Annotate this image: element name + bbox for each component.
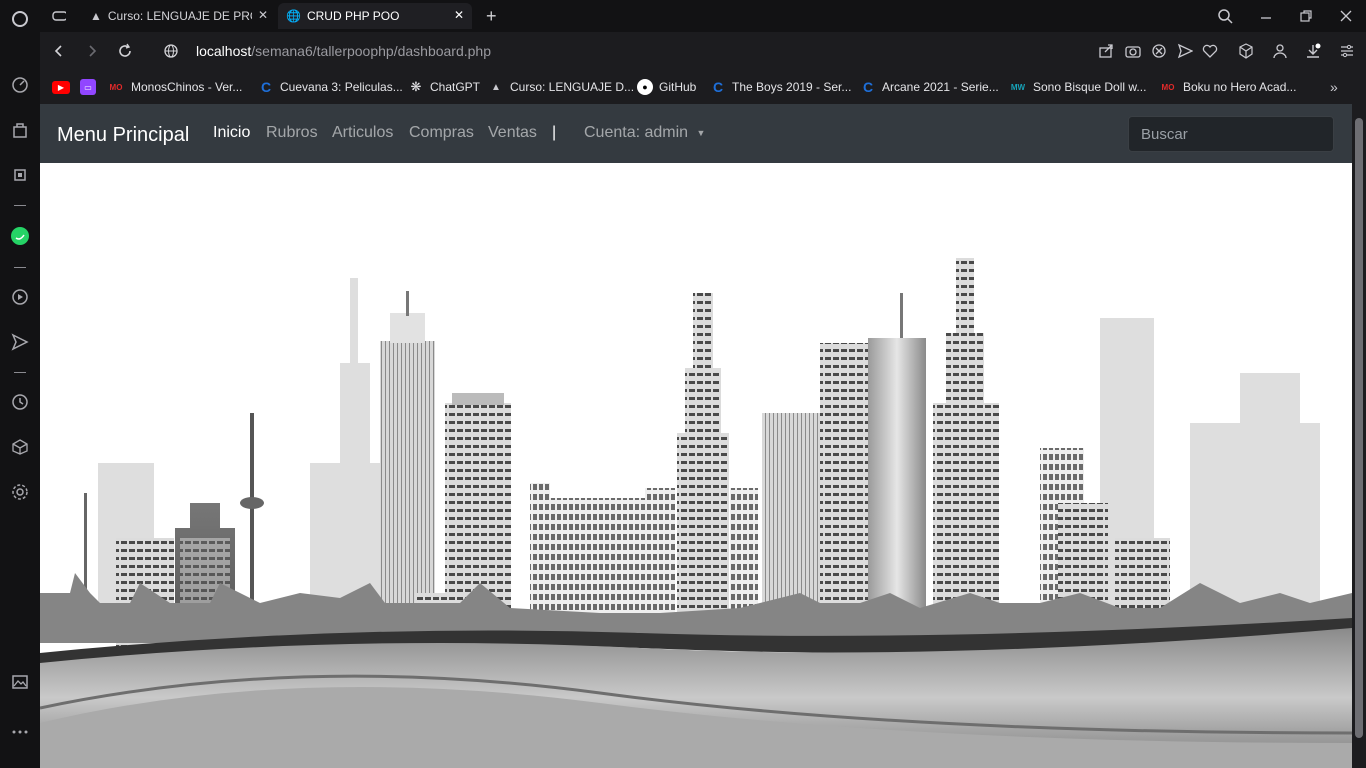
bookmark-youtube[interactable]: ▶	[52, 77, 70, 97]
cube-icon[interactable]	[9, 436, 31, 458]
account-label: Cuenta: admin	[584, 124, 689, 141]
bookmark-label: Curso: LENGUAJE D...	[510, 80, 635, 94]
adblock-icon[interactable]	[1150, 42, 1168, 60]
youtube-icon: ▶	[52, 80, 70, 94]
bookmark-label: ChatGPT	[430, 80, 481, 94]
minimize-icon[interactable]	[1256, 6, 1276, 26]
close-window-icon[interactable]	[1336, 6, 1356, 26]
web-page: Menu Principal Inicio Rubros Articulos C…	[40, 104, 1352, 768]
city-skyline-illustration	[40, 163, 1352, 768]
tab-curso[interactable]: ▲ Curso: LENGUAJE DE PROG ✕	[82, 3, 276, 29]
reload-icon[interactable]	[115, 41, 135, 61]
url-path: /semana6/tallerpoophp/dashboard.php	[251, 43, 492, 59]
nav-articulos[interactable]: Articulos	[332, 124, 393, 142]
bookmark-label: Sono Bisque Doll w...	[1033, 80, 1147, 94]
send-icon[interactable]	[1176, 42, 1194, 60]
twitch-icon: ▭	[80, 79, 96, 95]
player-icon[interactable]	[9, 286, 31, 308]
bookmark-monoschinos[interactable]: MO MonosChinos - Ver...	[107, 77, 243, 97]
bookmark-arcane[interactable]: C Arcane 2021 - Serie...	[860, 77, 999, 97]
opera-logo-icon[interactable]	[9, 8, 31, 30]
more-bookmarks-icon[interactable]: »	[1330, 77, 1338, 97]
forward-icon[interactable]	[82, 41, 102, 61]
bookmark-bokunohero[interactable]: MO Boku no Hero Acad...	[1159, 77, 1297, 97]
nav-separator: |	[552, 124, 557, 141]
tab-title: CRUD PHP POO	[306, 9, 400, 23]
url-host: localhost	[196, 43, 252, 59]
new-tab-button[interactable]: +	[478, 3, 502, 29]
account-dropdown[interactable]: Cuenta: admin ▼	[584, 124, 705, 142]
search-input[interactable]	[1128, 116, 1334, 152]
mw-icon: MW	[1010, 82, 1026, 92]
rail-divider	[14, 372, 26, 373]
download-icon[interactable]	[1304, 42, 1322, 60]
mo-icon: MO	[109, 82, 123, 92]
hat-icon: ▲	[90, 9, 102, 23]
address-bar: localhost/semana6/tallerpoophp/dashboard…	[40, 32, 1366, 70]
back-icon[interactable]	[49, 41, 69, 61]
bookmarks-bar: ▶ ▭ MO MonosChinos - Ver... C Cuevana 3:…	[40, 70, 1366, 104]
restore-icon[interactable]	[1296, 6, 1316, 26]
navbar: Menu Principal Inicio Rubros Articulos C…	[40, 104, 1352, 163]
hat-icon: ▲	[491, 81, 501, 93]
chip-icon[interactable]	[9, 164, 31, 186]
whatsapp-icon[interactable]	[9, 225, 31, 247]
c-icon: C	[862, 79, 874, 95]
page-scrollbar[interactable]	[1352, 104, 1366, 768]
easy-setup-icon[interactable]	[1338, 42, 1356, 60]
shopping-bag-icon[interactable]	[9, 119, 31, 141]
mo-icon: MO	[1161, 82, 1175, 92]
snapshot-icon[interactable]	[1124, 42, 1142, 60]
c-icon: C	[260, 79, 272, 95]
bookmark-label: The Boys 2019 - Ser...	[732, 80, 852, 94]
profile-icon[interactable]	[1271, 42, 1289, 60]
bookmark-label: Arcane 2021 - Serie...	[882, 80, 999, 94]
cube-icon[interactable]	[1237, 42, 1255, 60]
nav-ventas[interactable]: Ventas	[488, 124, 537, 142]
workspace-icon[interactable]	[44, 3, 74, 29]
bookmark-cuevana[interactable]: C Cuevana 3: Peliculas...	[258, 77, 403, 97]
tab-strip: ▲ Curso: LENGUAJE DE PROG ✕ 🌐 CRUD PHP P…	[40, 0, 1366, 32]
browser-sidebar	[0, 0, 40, 768]
brand[interactable]: Menu Principal	[57, 124, 189, 147]
bookmark-label: GitHub	[659, 80, 697, 94]
bookmark-chatgpt[interactable]: ❋ ChatGPT	[408, 77, 480, 97]
more-icon[interactable]	[9, 721, 31, 743]
globe-icon: 🌐	[286, 9, 301, 23]
settings-icon[interactable]	[9, 481, 31, 503]
scrollbar-thumb[interactable]	[1355, 118, 1363, 738]
search-tabs-icon[interactable]	[1215, 6, 1235, 26]
bookmark-label: Cuevana 3: Peliculas...	[280, 80, 403, 94]
bookmark-curso[interactable]: ▲ Curso: LENGUAJE D...	[488, 77, 634, 97]
skyline-image	[40, 258, 1352, 768]
tab-title: Curso: LENGUAJE DE PROG	[107, 9, 252, 23]
nav-inicio[interactable]: Inicio	[213, 124, 250, 142]
nav-rubros[interactable]: Rubros	[266, 124, 318, 142]
c-icon: C	[712, 79, 724, 95]
bookmark-theboys[interactable]: C The Boys 2019 - Ser...	[710, 77, 851, 97]
site-info-icon[interactable]	[161, 41, 181, 61]
share-icon[interactable]	[1097, 42, 1115, 60]
bookmark-label: Boku no Hero Acad...	[1183, 80, 1297, 94]
bookmark-github[interactable]: ● GitHub	[637, 77, 696, 97]
rail-divider	[14, 205, 26, 206]
caret-down-icon: ▼	[696, 127, 706, 138]
bookmark-label: MonosChinos - Ver...	[131, 80, 243, 94]
rail-divider	[14, 267, 26, 268]
tab-crud[interactable]: 🌐 CRUD PHP POO ✕	[278, 3, 472, 29]
bookmark-twitch[interactable]: ▭	[80, 77, 96, 97]
speed-dial-icon[interactable]	[9, 74, 31, 96]
history-icon[interactable]	[9, 391, 31, 413]
github-icon: ●	[637, 79, 653, 95]
bookmark-sonobisque[interactable]: MW Sono Bisque Doll w...	[1009, 77, 1147, 97]
openai-icon: ❋	[410, 79, 422, 94]
close-tab-icon[interactable]: ✕	[454, 8, 464, 22]
url-field[interactable]: localhost/semana6/tallerpoophp/dashboard…	[196, 43, 491, 59]
nav-compras[interactable]: Compras	[409, 124, 474, 142]
close-tab-icon[interactable]: ✕	[258, 8, 268, 22]
wallpaper-icon[interactable]	[9, 671, 31, 693]
send-icon[interactable]	[9, 331, 31, 353]
heart-icon[interactable]	[1201, 42, 1219, 60]
